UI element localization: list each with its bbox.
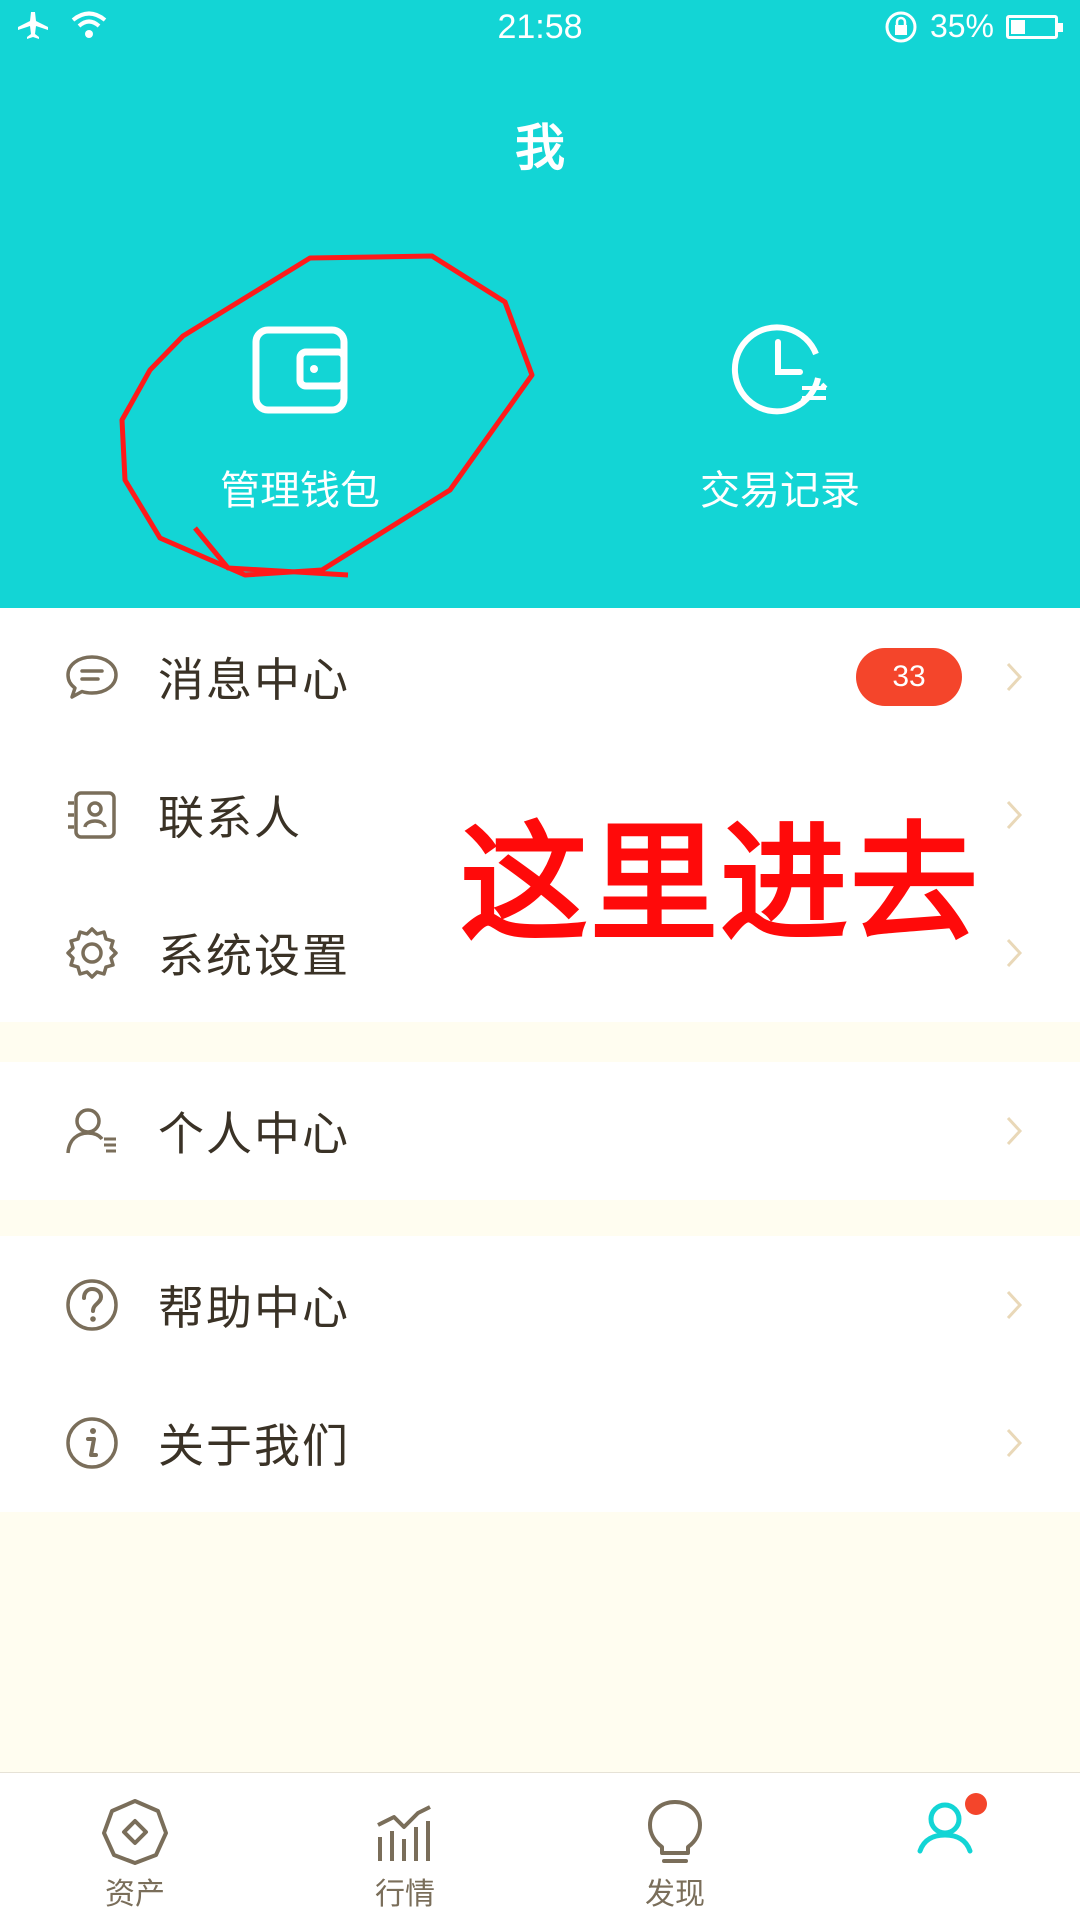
- chevron-right-icon: [1006, 800, 1023, 830]
- tab-assets[interactable]: 资产: [0, 1773, 270, 1913]
- menu-group-help: 帮助中心 关于我们: [0, 1236, 1080, 1512]
- tab-bar: 资产 行情 发现: [0, 1772, 1080, 1913]
- contacts-icon: [68, 791, 116, 839]
- menu-label: 联系人: [158, 791, 302, 845]
- page-title: 我: [515, 119, 565, 177]
- annotation-text: 这里进去: [460, 810, 981, 959]
- header: 21:58 35% 我 管理钱包 交易记录: [0, 0, 1080, 608]
- asset-icon: [102, 1799, 168, 1865]
- user-icon: [66, 1108, 116, 1154]
- battery-percent: 35%: [929, 8, 994, 44]
- info-icon: [66, 1417, 118, 1469]
- tab-market[interactable]: 行情: [270, 1773, 540, 1913]
- tab-discover[interactable]: 发现: [540, 1773, 810, 1913]
- message-icon: [66, 655, 118, 699]
- menu-label: 系统设置: [158, 929, 350, 983]
- menu-label: 个人中心: [158, 1107, 350, 1161]
- chevron-right-icon: [1006, 938, 1023, 968]
- discover-icon: [648, 1800, 702, 1863]
- chevron-right-icon: [1006, 1116, 1023, 1146]
- tab-label: 资产: [105, 1877, 165, 1912]
- battery-icon: [1006, 14, 1063, 39]
- unread-badge: 33: [856, 648, 962, 706]
- market-icon: [377, 1805, 431, 1861]
- menu-group-personal: 个人中心: [0, 1062, 1080, 1200]
- chevron-right-icon: [1006, 1290, 1023, 1320]
- tab-label: 发现: [645, 1877, 705, 1912]
- menu-item-about-us[interactable]: 关于我们: [0, 1374, 1080, 1512]
- status-bar: 21:58 35%: [0, 0, 1080, 58]
- wallet-icon: [252, 326, 348, 414]
- gear-icon: [66, 927, 118, 979]
- tab-profile[interactable]: [810, 1773, 1080, 1913]
- transaction-records-button[interactable]: 交易记录: [630, 320, 930, 516]
- tab-label: 行情: [375, 1877, 435, 1912]
- chevron-right-icon: [1006, 662, 1023, 692]
- manage-wallet-button[interactable]: 管理钱包: [150, 320, 450, 516]
- menu-item-personal-center[interactable]: 个人中心: [0, 1062, 1080, 1200]
- clock-icon: [731, 324, 828, 415]
- menu-label: 帮助中心: [158, 1281, 350, 1335]
- menu-label: 关于我们: [158, 1419, 350, 1473]
- menu-item-help-center[interactable]: 帮助中心: [0, 1236, 1080, 1374]
- shortcut-label-wallet: 管理钱包: [220, 468, 380, 514]
- menu-item-message-center[interactable]: 消息中心 33: [0, 608, 1080, 746]
- rotation-lock-icon: [885, 11, 917, 42]
- chevron-right-icon: [1006, 1428, 1023, 1458]
- notification-dot: [965, 1793, 987, 1815]
- help-icon: [66, 1279, 118, 1331]
- menu-label: 消息中心: [158, 653, 350, 707]
- shortcut-label-transactions: 交易记录: [700, 468, 860, 514]
- annotation-circle: [119, 253, 535, 578]
